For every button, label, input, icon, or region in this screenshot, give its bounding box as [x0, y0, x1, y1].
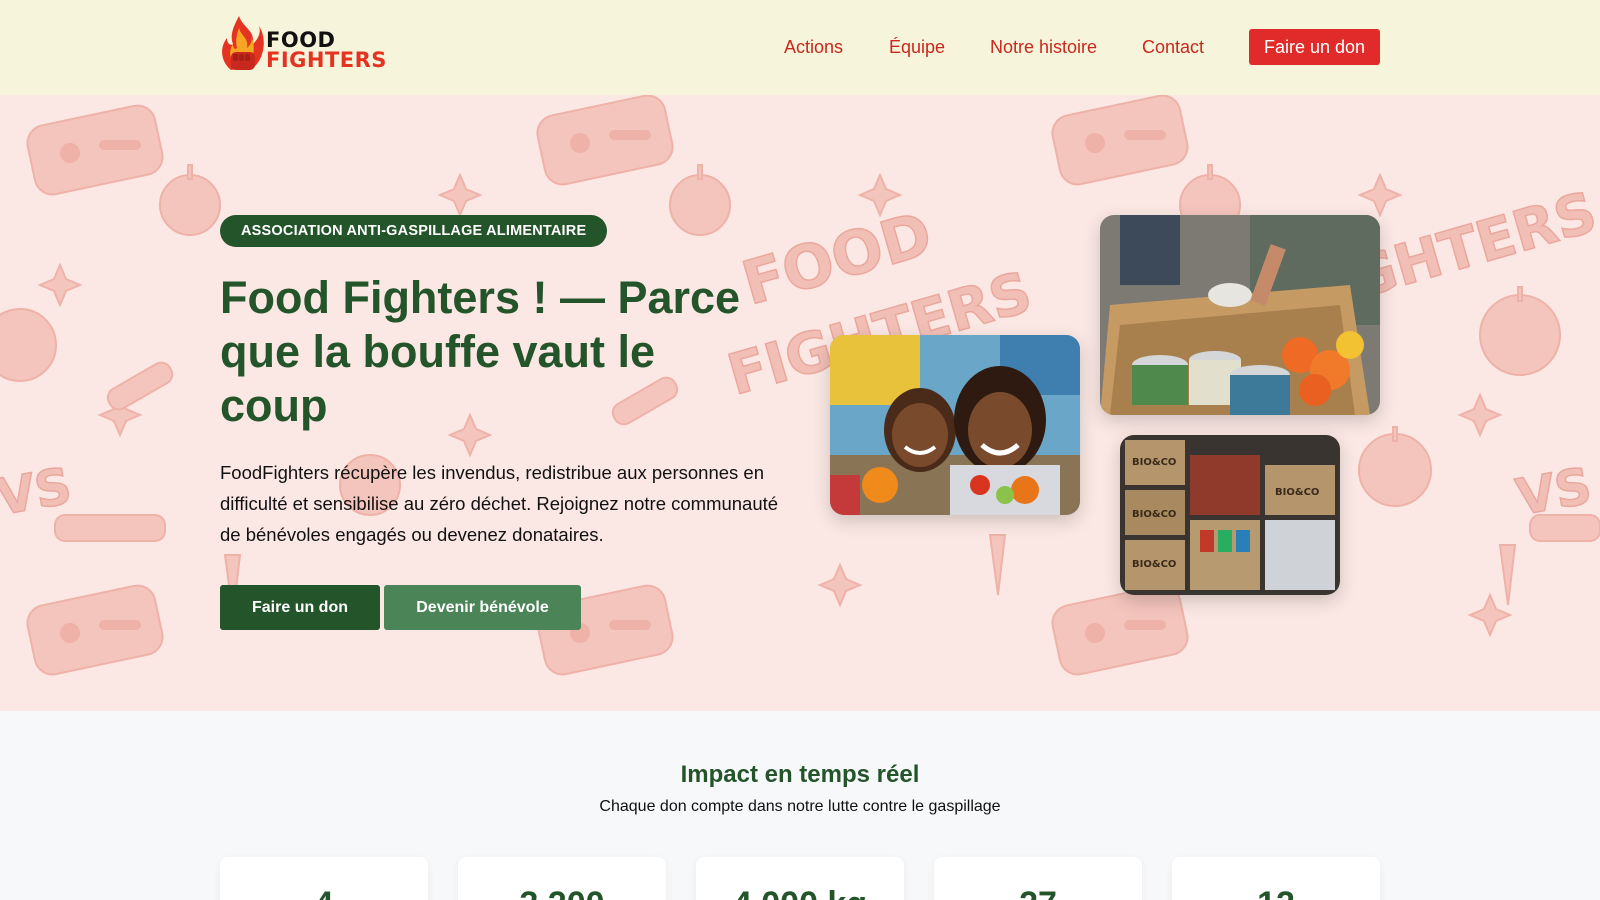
gamepad-icon — [536, 95, 674, 186]
stat-value: 4 — [220, 885, 428, 900]
stat-card: 12 — [1172, 857, 1380, 900]
stat-card: 27 — [934, 857, 1142, 900]
volunteer-button[interactable]: Devenir bénévole — [384, 585, 581, 630]
gamepad-icon — [1051, 95, 1189, 186]
apple-icon — [669, 164, 731, 236]
nav-link-actions[interactable]: Actions — [784, 36, 843, 58]
photo-children-with-vegetables — [830, 335, 1080, 515]
stat-value: 4 000 kg — [696, 885, 904, 900]
svg-text:BIO&CO: BIO&CO — [1132, 509, 1176, 520]
stat-card: 4 — [220, 857, 428, 900]
apple-icon — [1358, 426, 1432, 507]
nav-link-equipe[interactable]: Équipe — [889, 36, 945, 58]
hero-section: FOOD FIGHTERS VS VS FIGHTERS ASSOCIATION… — [0, 95, 1600, 711]
nav-link-contact[interactable]: Contact — [1142, 36, 1204, 58]
hero-badge: ASSOCIATION ANTI-GASPILLAGE ALIMENTAIRE — [220, 215, 608, 247]
gamepad-icon — [1051, 584, 1189, 676]
apple-icon — [1479, 286, 1561, 376]
apple-icon — [159, 164, 221, 236]
svg-text:BIO&CO: BIO&CO — [1132, 559, 1176, 570]
stat-card: 3 200 — [458, 857, 666, 900]
photo-food-donation-box — [1100, 215, 1380, 415]
nav-link-histoire[interactable]: Notre histoire — [990, 36, 1097, 58]
hero-description: FoodFighters récupère les invendus, redi… — [220, 462, 779, 545]
donate-button[interactable]: Faire un don — [220, 585, 380, 630]
impact-title: Impact en temps réel — [680, 761, 920, 788]
stat-card: 4 000 kg — [696, 857, 904, 900]
site-logo[interactable]: FOOD FIGHTERS — [219, 14, 394, 76]
svg-text:BIO&CO: BIO&CO — [1132, 457, 1176, 468]
hero-title: Food Fighters ! — Parce que la bouffe va… — [220, 272, 741, 431]
gamepad-icon — [26, 584, 164, 676]
impact-subtitle: Chaque don compte dans notre lutte contr… — [599, 798, 1001, 815]
gamepad-icon — [26, 104, 164, 196]
stat-value: 3 200 — [458, 885, 666, 900]
apple-icon — [0, 308, 57, 382]
stat-value: 27 — [934, 885, 1142, 900]
header-donate-button[interactable]: Faire un don — [1249, 29, 1380, 65]
logo-text-fighters: FIGHTERS — [266, 48, 387, 72]
photo-bioco-boxes: BIO&CO BIO&CO BIO&CO BIO&CO — [1120, 435, 1340, 595]
svg-text:BIO&CO: BIO&CO — [1275, 487, 1319, 498]
site-header: FOOD FIGHTERS Actions Équipe Notre histo… — [0, 0, 1600, 95]
flame-fist-icon — [222, 16, 264, 70]
stat-value: 12 — [1172, 885, 1380, 900]
